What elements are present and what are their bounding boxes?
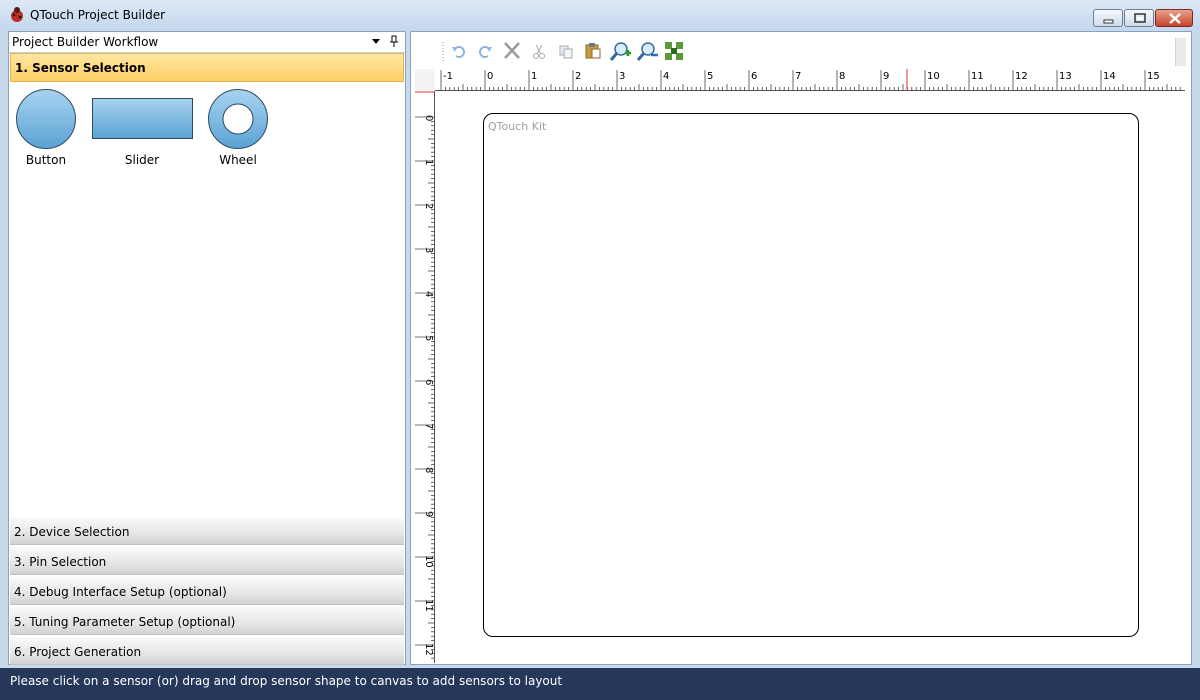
ruler-top-label: 15 (1147, 71, 1160, 82)
section-project-generation[interactable]: 6. Project Generation (10, 637, 404, 665)
status-message: Please click on a sensor (or) drag and d… (10, 674, 563, 688)
toolbar-grip[interactable] (441, 42, 445, 62)
ruler-top-label: 8 (839, 71, 845, 82)
paste-icon[interactable] (582, 40, 604, 62)
button-sensor-label: Button (25, 153, 67, 167)
ruler-top-label: 6 (751, 71, 757, 82)
ruler-left-label: 2 (423, 203, 434, 209)
panel-header: Project Builder Workflow (9, 32, 405, 53)
restore-icon (1134, 13, 1146, 23)
section-label: 3. Pin Selection (14, 555, 107, 569)
redo-icon[interactable] (474, 40, 496, 62)
canvas-area: -1 0 1 2 3 4 5 6 7 8 9 10 11 12 13 14 15 0 1 2 3 4 5 6 7 8 9 10 11 1… (410, 31, 1192, 665)
ruler-left-label: 3 (423, 247, 434, 253)
ruler-top-label: 9 (883, 71, 889, 82)
close-button[interactable] (1155, 9, 1193, 27)
wheel-sensor-icon[interactable] (207, 88, 269, 150)
qtouch-kit-board[interactable]: QTouch Kit (483, 113, 1139, 637)
section-debug-interface[interactable]: 4. Debug Interface Setup (optional) (10, 577, 404, 605)
section-label: 5. Tuning Parameter Setup (optional) (14, 615, 236, 629)
undo-icon[interactable] (448, 40, 470, 62)
title-bar: QTouch Project Builder (0, 0, 1200, 30)
ruler-top-label: 2 (575, 71, 581, 82)
section-device-selection[interactable]: 2. Device Selection (10, 517, 404, 545)
pin-icon[interactable] (389, 35, 399, 49)
ruler-top-label: 10 (927, 71, 940, 82)
ruler-left-label: 6 (423, 379, 434, 385)
ruler-left-label: 5 (423, 335, 434, 341)
ruler-top-label: 0 (487, 71, 493, 82)
slider-sensor-label: Slider (124, 153, 160, 167)
section-label: 2. Device Selection (14, 525, 130, 539)
slider-sensor-icon[interactable] (92, 98, 193, 140)
ruler-corner (415, 69, 435, 91)
fit-to-screen-icon[interactable] (663, 40, 685, 62)
ruler-left-label: 0 (423, 115, 434, 121)
ruler-top-label: -1 (443, 71, 453, 82)
ruler-top-label: 13 (1059, 71, 1072, 82)
ruler-top-label: 11 (971, 71, 984, 82)
ruler-top-label: 14 (1103, 71, 1116, 82)
ruler-left-label: 4 (423, 291, 434, 297)
section-label: 4. Debug Interface Setup (optional) (14, 585, 227, 599)
ruler-top-label: 12 (1015, 71, 1028, 82)
zoom-in-icon[interactable] (609, 40, 631, 62)
minimize-button[interactable] (1093, 9, 1123, 27)
ruler-top-label: 3 (619, 71, 625, 82)
ruler-top-label: 7 (795, 71, 801, 82)
section-label: 1. Sensor Selection (15, 61, 146, 75)
kit-label: QTouch Kit (488, 120, 547, 133)
dropdown-arrow-icon[interactable] (371, 37, 381, 45)
ruler-top-label: 5 (707, 71, 713, 82)
toolbar-overflow-scroll[interactable] (1175, 38, 1186, 66)
minimize-icon (1103, 19, 1114, 24)
ruler-left-label: 9 (423, 511, 434, 517)
section-sensor-selection[interactable]: 1. Sensor Selection (10, 53, 404, 82)
copy-icon[interactable] (555, 40, 577, 62)
wheel-sensor-label: Wheel (219, 153, 257, 167)
section-tuning-parameter[interactable]: 5. Tuning Parameter Setup (optional) (10, 607, 404, 635)
vertical-ruler: 0123456789101112 (415, 91, 435, 663)
button-sensor-icon[interactable] (15, 88, 77, 150)
ruler-left-label: 1 (423, 159, 434, 165)
section-label: 6. Project Generation (14, 645, 142, 659)
close-icon (1169, 13, 1181, 24)
cut-icon[interactable] (528, 40, 550, 62)
app-logo-icon (11, 7, 23, 22)
ruler-top-label: 4 (663, 71, 669, 82)
toolbar (411, 32, 1191, 68)
horizontal-ruler: -1 0 1 2 3 4 5 6 7 8 9 10 11 12 13 14 15 (435, 69, 1185, 91)
zoom-out-icon[interactable] (636, 40, 658, 62)
ruler-top-label: 1 (531, 71, 537, 82)
delete-icon[interactable] (501, 40, 523, 62)
workflow-panel: Project Builder Workflow 1. Sensor Selec… (8, 31, 406, 665)
window-title: QTouch Project Builder (30, 8, 166, 22)
status-bar: Please click on a sensor (or) drag and d… (0, 668, 1200, 700)
panel-title: Project Builder Workflow (12, 35, 159, 49)
restore-button[interactable] (1124, 9, 1154, 27)
ruler-left-label: 7 (423, 423, 434, 429)
ruler-left-label: 8 (423, 467, 434, 473)
section-pin-selection[interactable]: 3. Pin Selection (10, 547, 404, 575)
